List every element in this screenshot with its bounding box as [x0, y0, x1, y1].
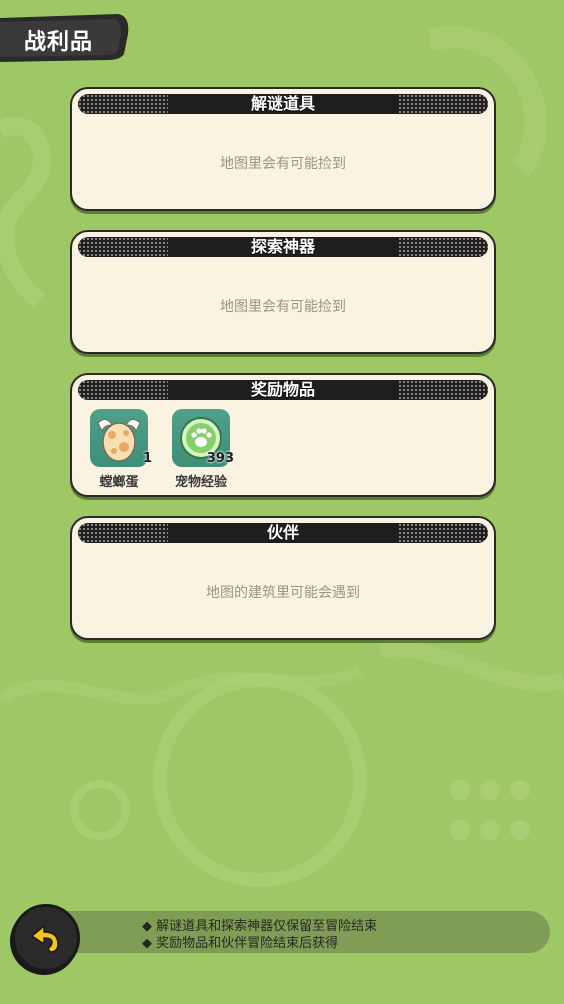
item-count: 393: [206, 451, 234, 466]
panel-header: 奖励物品: [78, 380, 488, 400]
panel-header: 探索神器: [78, 237, 488, 257]
item-tile: [90, 409, 148, 467]
page-title-banner: 战利品: [0, 14, 130, 62]
footer-note: ◆ 奖励物品和伙伴冒险结束后获得: [142, 936, 339, 951]
panel-companions: 伙伴 地图的建筑里可能会遇到: [70, 516, 496, 640]
panel-title: 奖励物品: [250, 380, 315, 399]
panel-title: 解谜道具: [250, 94, 315, 113]
page-title: 战利品: [24, 30, 94, 55]
back-button[interactable]: [12, 904, 80, 972]
panel-rewards: 奖励物品 1 螳螂蛋 393 宠物经验: [70, 373, 496, 497]
item-name: 宠物经验: [174, 475, 227, 490]
back-arrow-icon: [30, 924, 59, 953]
empty-hint: 地图的建筑里可能会遇到: [206, 585, 360, 601]
empty-hint: 地图里会有可能捡到: [220, 299, 346, 315]
panel-header: 伙伴: [78, 523, 488, 543]
item-count: 1: [142, 451, 152, 466]
panel-title: 伙伴: [266, 523, 299, 542]
footer-notes-bar: ◆ 解谜道具和探索神器仅保留至冒险结束 ◆ 奖励物品和伙伴冒险结束后获得: [36, 911, 550, 953]
panel-title: 探索神器: [250, 237, 315, 256]
empty-hint: 地图里会有可能捡到: [220, 156, 346, 172]
panel-header: 解谜道具: [78, 94, 488, 114]
winged-egg-icon: [97, 419, 141, 462]
panel-puzzle-items: 解谜道具 地图里会有可能捡到: [70, 87, 496, 211]
panel-artifacts: 探索神器 地图里会有可能捡到: [70, 230, 496, 354]
item-name: 螳螂蛋: [99, 475, 139, 490]
